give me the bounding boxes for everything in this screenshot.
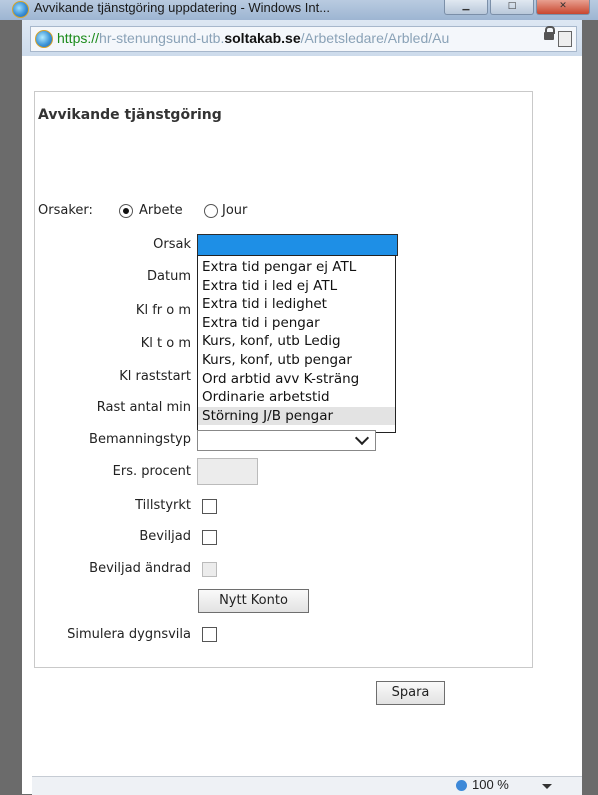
window-titlebar: Avvikande tjänstgöring uppdatering - Win… bbox=[0, 0, 598, 20]
orsak-select[interactable] bbox=[197, 234, 398, 256]
radio-arbete-label: Arbete bbox=[139, 203, 183, 218]
orsak-option[interactable]: Kurs, konf, utb Ledig bbox=[198, 332, 395, 351]
close-button[interactable]: ✕ bbox=[536, 0, 590, 15]
minimize-button[interactable]: ▁ bbox=[444, 0, 488, 15]
ie-icon bbox=[35, 30, 53, 48]
orsak-dropdown-list: Extra tid pengar ej ATL Extra tid i led … bbox=[197, 255, 396, 433]
maximize-icon: □ bbox=[507, 1, 517, 11]
simulera-dygnsvila-label: Simulera dygnsvila bbox=[67, 627, 191, 642]
nytt-konto-button[interactable]: Nytt Konto bbox=[198, 589, 309, 613]
tillstyrkt-label: Tillstyrkt bbox=[135, 498, 191, 513]
chevron-down-icon bbox=[354, 430, 370, 446]
page-content: Avvikande tjänstgöring Orsaker: Arbete J… bbox=[22, 56, 582, 795]
beviljad-label: Beviljad bbox=[139, 529, 191, 544]
orsaker-label: Orsaker: bbox=[38, 203, 93, 218]
window-controls: ▁ □ ✕ bbox=[444, 0, 590, 15]
minimize-icon: ▁ bbox=[462, 1, 470, 11]
bemanningstyp-label: Bemanningstyp bbox=[89, 432, 191, 447]
beviljad-andrad-label: Beviljad ändrad bbox=[89, 561, 191, 576]
radio-arbete[interactable] bbox=[119, 204, 133, 218]
kl-raststart-label: Kl raststart bbox=[119, 369, 191, 384]
certificate-icon[interactable] bbox=[558, 31, 572, 47]
url-path: /Arbetsledare/Arbled/Au bbox=[300, 30, 450, 46]
orsak-option[interactable]: Extra tid pengar ej ATL bbox=[198, 258, 395, 277]
zoom-dropdown-icon[interactable] bbox=[542, 784, 552, 789]
kl-from-label: Kl fr o m bbox=[135, 303, 191, 318]
url-domain: soltakab.se bbox=[224, 30, 301, 46]
radio-jour[interactable] bbox=[204, 204, 218, 218]
radio-jour-label: Jour bbox=[222, 203, 248, 218]
zoom-icon bbox=[456, 780, 467, 791]
ie-icon bbox=[12, 1, 29, 18]
ers-procent-input bbox=[197, 458, 258, 485]
url-text: https://hr-stenungsund-utb.soltakab.se/A… bbox=[57, 30, 449, 46]
close-icon: ✕ bbox=[559, 1, 567, 11]
ers-procent-label: Ers. procent bbox=[112, 464, 191, 479]
datum-label: Datum bbox=[147, 269, 191, 284]
orsak-option[interactable]: Extra tid i pengar bbox=[198, 314, 395, 333]
bemanningstyp-select[interactable] bbox=[197, 430, 376, 451]
simulera-dygnsvila-checkbox[interactable] bbox=[202, 627, 217, 642]
kl-tom-label: Kl t o m bbox=[140, 336, 191, 351]
status-bar: 100 % bbox=[32, 776, 582, 795]
orsak-option[interactable]: Ordinarie arbetstid bbox=[198, 388, 395, 407]
tillstyrkt-checkbox[interactable] bbox=[202, 499, 217, 514]
spara-button[interactable]: Spara bbox=[376, 681, 445, 705]
url-scheme: https:// bbox=[57, 30, 100, 46]
url-field[interactable]: https://hr-stenungsund-utb.soltakab.se/A… bbox=[30, 26, 577, 52]
orsak-option[interactable]: Extra tid i ledighet bbox=[198, 295, 395, 314]
lock-icon[interactable] bbox=[544, 26, 555, 40]
maximize-button[interactable]: □ bbox=[490, 0, 534, 15]
rast-antal-min-label: Rast antal min bbox=[96, 400, 191, 415]
orsak-option[interactable]: Kurs, konf, utb pengar bbox=[198, 351, 395, 370]
address-bar: https://hr-stenungsund-utb.soltakab.se/A… bbox=[22, 20, 582, 56]
beviljad-checkbox[interactable] bbox=[202, 530, 217, 545]
form-title: Avvikande tjänstgöring bbox=[38, 107, 222, 123]
zoom-level[interactable]: 100 % bbox=[472, 777, 509, 792]
orsak-label: Orsak bbox=[153, 237, 191, 252]
orsak-option-highlighted[interactable]: Störning J/B pengar bbox=[198, 406, 395, 426]
window-title: Avvikande tjänstgöring uppdatering - Win… bbox=[34, 0, 331, 15]
orsak-option[interactable]: Extra tid i led ej ATL bbox=[198, 277, 395, 296]
url-subdomain: hr-stenungsund-utb. bbox=[99, 30, 225, 46]
beviljad-andrad-checkbox bbox=[202, 562, 217, 577]
orsak-option[interactable]: Ord arbtid avv K-sträng bbox=[198, 370, 395, 389]
